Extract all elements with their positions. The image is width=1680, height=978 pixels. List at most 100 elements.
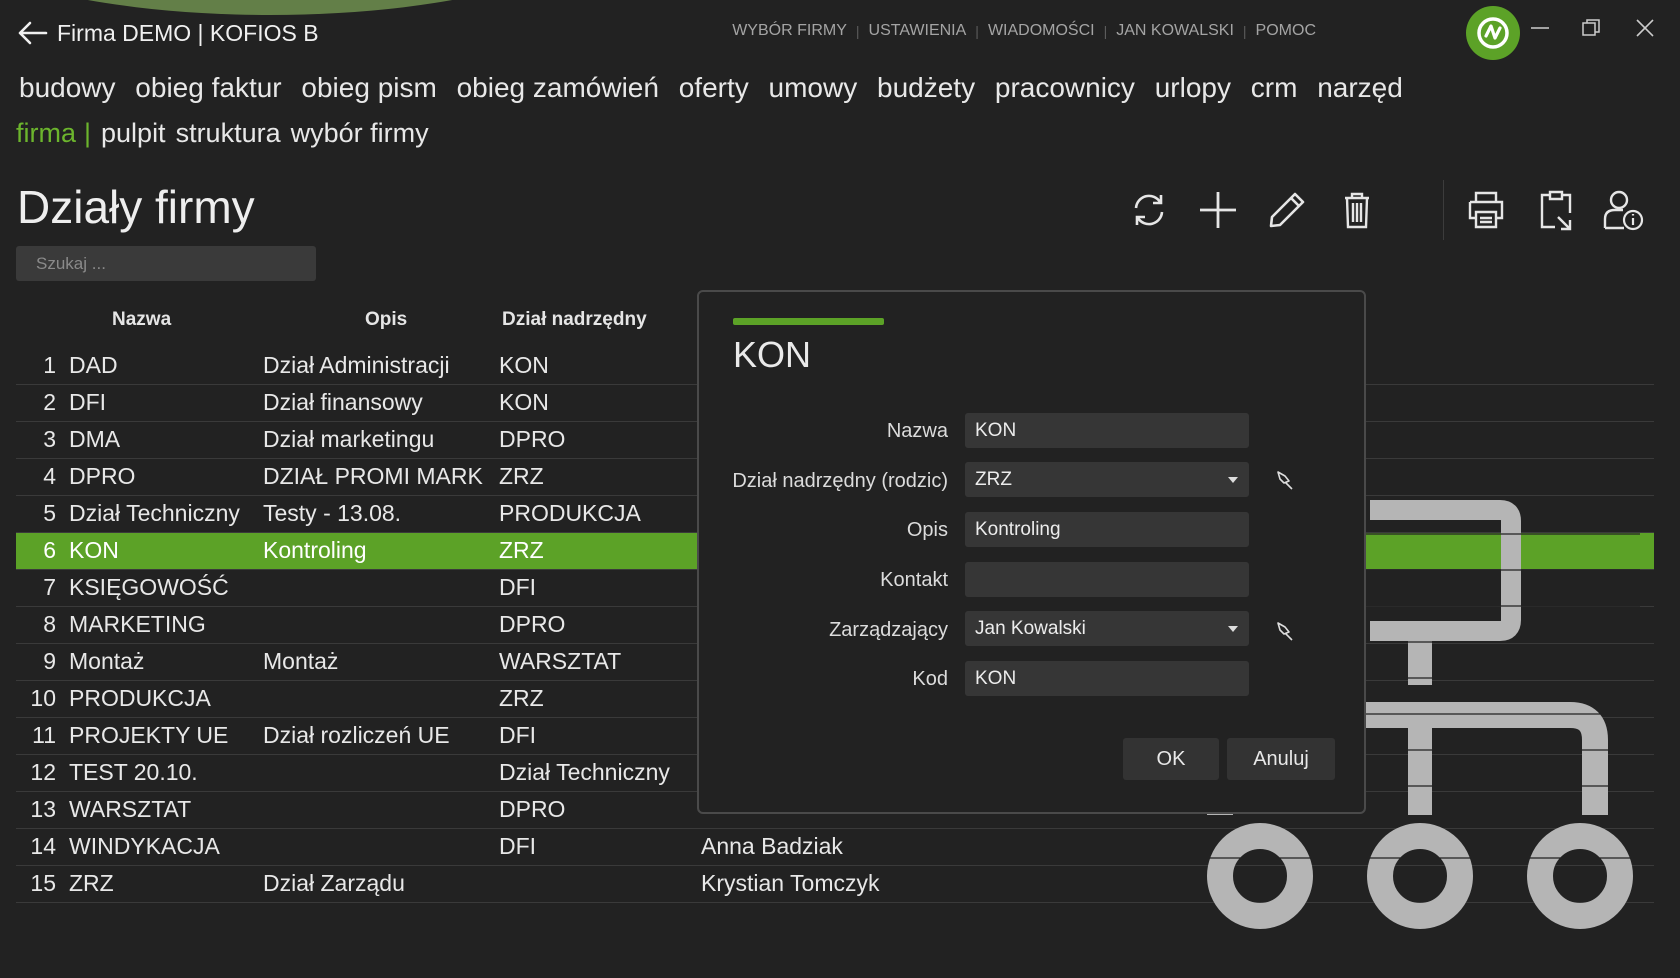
row-parent: KON [499, 389, 549, 415]
row-name: DMA [69, 426, 121, 452]
row-manager: Anna Badziak [701, 833, 843, 859]
menu-item-umowy[interactable]: umowy [769, 72, 858, 103]
pin-icon [1277, 471, 1293, 490]
row-number: 1 [43, 352, 56, 378]
menu-item-oferty[interactable]: oferty [679, 72, 749, 103]
submenu-item-wybor-firmy[interactable]: wybór firmy [291, 118, 429, 148]
menu-item-urlopy[interactable]: urlopy [1155, 72, 1231, 103]
submenu-item-struktura[interactable]: struktura [176, 118, 281, 148]
close-button[interactable] [1625, 12, 1665, 44]
cancel-button[interactable]: Anuluj [1227, 738, 1335, 780]
row-name: WARSZTAT [69, 796, 192, 822]
topnav-company-select[interactable]: WYBÓR FIRMY [732, 22, 847, 40]
row-parent: ZRZ [499, 685, 544, 711]
topnav-separator: | [975, 23, 979, 39]
print-icon [1468, 191, 1504, 229]
header-parent[interactable]: Dział nadrzędny [502, 309, 647, 331]
parent-dropdown[interactable]: ZRZ [965, 462, 1249, 497]
row-description: Dział marketingu [263, 426, 435, 452]
edit-button[interactable] [1265, 186, 1309, 234]
row-name: DAD [69, 352, 118, 378]
row-name: Montaż [69, 648, 145, 674]
name-field[interactable]: KON [965, 413, 1249, 448]
manager-dropdown-value: Jan Kowalski [975, 618, 1086, 639]
menu-item-obieg-pism[interactable]: obieg pism [301, 72, 436, 103]
refresh-button[interactable] [1127, 186, 1171, 234]
manager-dropdown[interactable]: Jan Kowalski [965, 611, 1249, 646]
menu-item-obieg-zamowien[interactable]: obieg zamówień [457, 72, 659, 103]
row-description: Testy - 13.08. [263, 500, 402, 526]
row-description: Dział Administracji [263, 352, 450, 378]
pin-icon [1277, 622, 1293, 641]
print-button[interactable] [1464, 186, 1508, 234]
back-arrow-icon[interactable] [16, 20, 50, 46]
chevron-down-icon [1228, 626, 1238, 632]
edit-department-dialog: KON Nazwa KON Dział nadrzędny (rodzic) Z… [697, 290, 1366, 814]
chevron-down-icon [1228, 477, 1238, 483]
app-logo-button[interactable] [1466, 6, 1520, 60]
row-description: DZIAŁ PROMI MARK [263, 463, 483, 489]
row-number: 10 [30, 685, 56, 711]
row-name: DFI [69, 389, 107, 415]
search-input[interactable] [16, 246, 316, 281]
manager-pin-button[interactable] [1272, 619, 1296, 643]
description-field[interactable]: Kontroling [965, 512, 1249, 547]
sub-menu: firma | pulpit struktura wybór firmy [16, 118, 439, 149]
header-description[interactable]: Opis [365, 309, 407, 331]
user-info-icon [1603, 190, 1644, 231]
menu-item-budzety[interactable]: budżety [877, 72, 975, 103]
description-label: Opis [906, 519, 948, 541]
menu-item-narzedzia[interactable]: narzędzia [1317, 72, 1403, 103]
row-description: Dział Zarządu [263, 870, 405, 896]
row-parent: Dział Techniczny [499, 759, 670, 785]
refresh-icon [1134, 194, 1164, 226]
add-button[interactable] [1196, 186, 1240, 234]
clipboard-button[interactable] [1534, 186, 1578, 234]
row-parent: KON [499, 352, 549, 378]
toolbar-separator [1443, 180, 1444, 240]
restore-button[interactable] [1571, 12, 1611, 44]
close-icon [1636, 19, 1654, 37]
row-parent: ZRZ [499, 463, 544, 489]
contact-field[interactable] [965, 562, 1249, 597]
code-label: Kod [912, 668, 948, 690]
topnav-help[interactable]: POMOC [1256, 22, 1316, 40]
topnav-messages[interactable]: WIADOMOŚCI [988, 22, 1095, 40]
submenu-item-pulpit[interactable]: pulpit [101, 118, 166, 148]
row-description: Dział finansowy [263, 389, 423, 415]
topnav-separator: | [1103, 23, 1108, 39]
clipboard-icon [1540, 190, 1572, 231]
row-name: PRODUKCJA [69, 685, 211, 711]
topnav-settings[interactable]: USTAWIENIA [869, 22, 967, 40]
row-description: Dział rozliczeń UE [263, 722, 450, 748]
row-number: 12 [30, 759, 56, 785]
row-description: Kontroling [263, 537, 367, 563]
menu-item-pracownicy[interactable]: pracownicy [995, 72, 1135, 103]
edit-icon [1269, 192, 1305, 228]
top-navigation: WYBÓR FIRMY | USTAWIENIA | WIADOMOŚCI | JAN… [732, 22, 1316, 40]
name-label: Nazwa [886, 420, 948, 442]
parent-pin-button[interactable] [1272, 468, 1296, 492]
menu-item-budowy[interactable]: budowy [19, 72, 116, 103]
delete-button[interactable] [1335, 186, 1379, 234]
menu-item-obieg-faktur[interactable]: obieg faktur [135, 72, 281, 103]
submenu-active-firma[interactable]: firma [16, 118, 76, 148]
row-number: 2 [43, 389, 56, 415]
row-number: 8 [43, 611, 56, 637]
user-info-button[interactable] [1601, 186, 1645, 234]
logo-icon [1477, 17, 1509, 49]
delete-icon [1345, 192, 1369, 229]
minimize-button[interactable] [1520, 12, 1560, 44]
topnav-user[interactable]: JAN KOWALSKI [1116, 22, 1234, 40]
ok-button[interactable]: OK [1123, 738, 1219, 780]
row-number: 5 [43, 500, 56, 526]
submenu-separator: | [84, 118, 92, 148]
app-title: Firma DEMO | KOFIOS B [57, 20, 319, 46]
header-name[interactable]: Nazwa [112, 309, 171, 331]
menu-item-crm[interactable]: crm [1251, 72, 1298, 103]
row-number: 6 [43, 537, 56, 563]
row-name: WINDYKACJA [69, 833, 220, 859]
code-field[interactable]: KON [965, 661, 1249, 696]
row-number: 3 [43, 426, 56, 452]
row-name: KON [69, 537, 119, 563]
